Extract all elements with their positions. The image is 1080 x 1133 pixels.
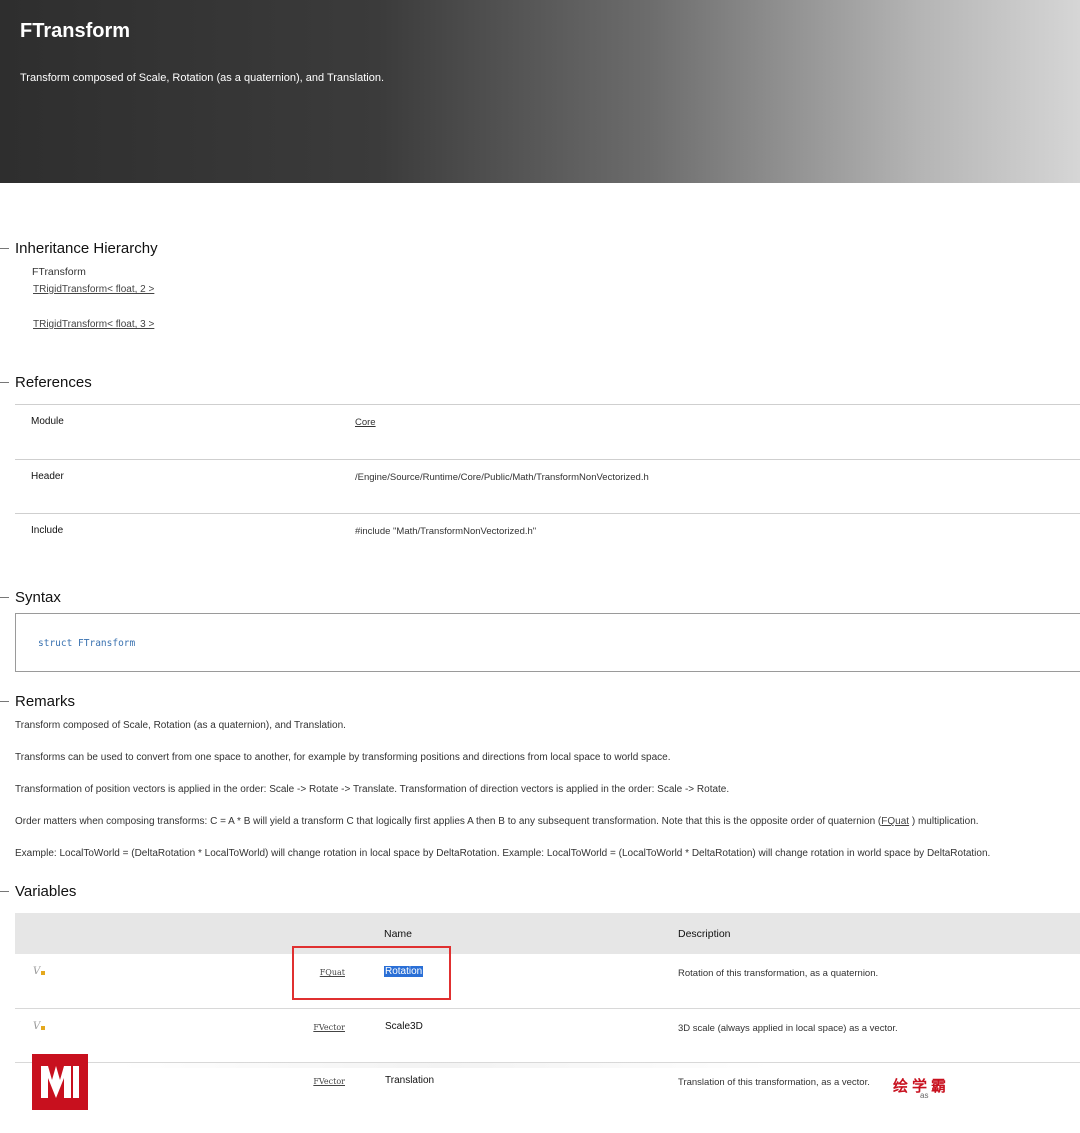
column-header-description: Description — [678, 928, 731, 940]
remarks-paragraph: Transform composed of Scale, Rotation (a… — [15, 720, 346, 731]
ref-key: Module — [31, 416, 64, 427]
section-inheritance-header[interactable]: Inheritance Hierarchy — [0, 238, 158, 258]
collapse-icon[interactable] — [0, 247, 9, 249]
remarks-paragraph: Example: LocalToWorld = (DeltaRotation *… — [15, 848, 991, 859]
page-header-banner: FTransform Transform composed of Scale, … — [0, 0, 1080, 183]
watermark-fade — [120, 1062, 770, 1068]
section-title: Variables — [15, 882, 77, 900]
remarks-paragraph: Transformation of position vectors is ap… — [15, 784, 730, 795]
section-variables-header[interactable]: Variables — [0, 881, 76, 901]
table-header: Name Description — [15, 913, 1080, 954]
collapse-icon[interactable] — [0, 596, 9, 598]
remarks-text: Order matters when composing transforms:… — [15, 816, 882, 827]
ref-key: Header — [31, 470, 64, 482]
fquat-link[interactable]: FQuat — [881, 816, 909, 827]
variable-icon: V — [33, 966, 46, 977]
section-title: References — [15, 373, 92, 391]
table-row: V FVector Scale3D 3D scale (always appli… — [15, 1009, 1080, 1063]
variable-description: Rotation of this transformation, as a qu… — [678, 968, 879, 979]
inheritance-link[interactable]: TRigidTransform< float, 3 > — [33, 319, 154, 330]
syntax-code-block: struct FTransform — [15, 613, 1080, 672]
page-description: Transform composed of Scale, Rotation (a… — [20, 72, 385, 84]
section-syntax-header[interactable]: Syntax — [0, 587, 61, 607]
module-link[interactable]: Core — [355, 417, 376, 428]
page-title: FTransform — [20, 20, 131, 42]
variable-name[interactable]: Scale3D — [384, 1021, 424, 1032]
remarks-paragraph: Order matters when composing transforms:… — [15, 816, 979, 827]
highlight-annotation-box — [292, 946, 451, 1000]
inheritance-link[interactable]: TRigidTransform< float, 2 > — [33, 284, 154, 295]
section-title: Inheritance Hierarchy — [15, 239, 158, 257]
ref-key: Include — [31, 525, 64, 536]
variable-name[interactable]: Translation — [384, 1075, 435, 1086]
type-link[interactable]: FVector — [313, 1077, 345, 1086]
watermark-subtext: as — [920, 1091, 929, 1100]
type-link[interactable]: FVector — [313, 1023, 345, 1032]
variable-description: Translation of this transformation, as a… — [678, 1077, 870, 1088]
section-title: Remarks — [15, 692, 76, 710]
inheritance-root: FTransform — [32, 266, 86, 278]
remarks-paragraph: Transforms can be used to convert from o… — [15, 752, 671, 763]
ref-value: #include "Math/TransformNonVectorized.h" — [355, 526, 537, 537]
variable-icon: V — [33, 1021, 46, 1032]
references-table: Module Core Header /Engine/Source/Runtim… — [15, 404, 1080, 568]
remarks-text: ) multiplication. — [909, 816, 979, 827]
table-row: Header /Engine/Source/Runtime/Core/Publi… — [15, 458, 1080, 514]
variable-description: 3D scale (always applied in local space)… — [678, 1022, 898, 1034]
table-row: V FQuat Rotation Rotation of this transf… — [15, 954, 1080, 1009]
section-title: Syntax — [15, 588, 61, 606]
table-row: Include #include "Math/TransformNonVecto… — [15, 513, 1080, 568]
watermark-logo-icon — [32, 1054, 88, 1110]
collapse-icon[interactable] — [0, 700, 9, 702]
column-header-name: Name — [384, 928, 413, 940]
section-remarks-header[interactable]: Remarks — [0, 691, 75, 711]
table-row: Module Core — [15, 404, 1080, 459]
section-references-header[interactable]: References — [0, 372, 92, 392]
collapse-icon[interactable] — [0, 890, 9, 892]
collapse-icon[interactable] — [0, 381, 9, 383]
syntax-code: struct FTransform — [38, 638, 136, 649]
ref-value: /Engine/Source/Runtime/Core/Public/Math/… — [355, 471, 649, 483]
